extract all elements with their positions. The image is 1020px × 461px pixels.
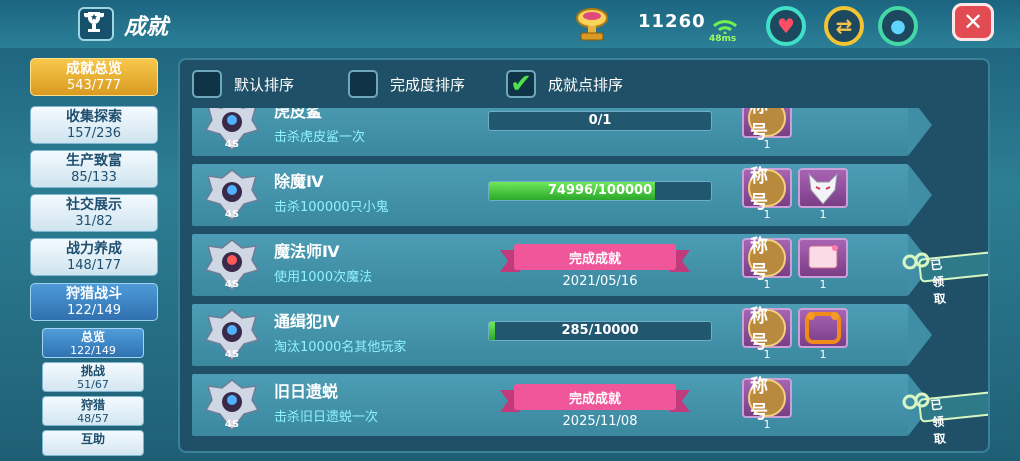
reward-quantity: 1 [763,278,771,291]
sidebar-item-power[interactable]: 战力养成 148/177 [30,238,158,276]
subtab-overview[interactable]: 总览 122/149 [42,328,144,358]
progress-text: 0/1 [588,113,612,128]
achievement-badge-icon: 4S [204,239,260,292]
achievement-desc: 击杀虎皮鲨一次 [274,130,366,145]
title-reward-label: 称号 [748,108,786,143]
completion-date: 2021/05/16 [562,274,638,289]
close-button[interactable]: ✕ [952,3,994,41]
claimed-stamp-icon [902,391,988,423]
achievement-badge-icon: 4S [204,379,260,432]
subtab-mutual-aid[interactable]: 互助 [42,430,144,456]
achievement-row[interactable]: 4S 魔法师Ⅳ 使用1000次魔法 完成成就 2021/05/16 称号 1 1 [192,234,988,306]
heart-icon: ♥ [777,14,795,38]
reward-mask-item[interactable] [798,168,848,208]
water-drop-icon: ● [890,15,906,37]
sort-points-option[interactable]: ✔ 成就点排序 [506,68,623,100]
completed-status: 完成成就 [568,252,621,267]
achievement-badge-icon: 4S [204,309,260,362]
achievement-name: 旧日遗蜕 [274,382,339,401]
exchange-button[interactable]: ⇄ [824,6,864,46]
subtab-hunt[interactable]: 狩猎 48/57 [42,396,144,426]
reward-quantity: 1 [763,348,771,361]
reward-frame-item[interactable] [798,308,848,348]
sort-points-checkbox[interactable]: ✔ [506,70,536,98]
achievement-list[interactable]: 4S 虎皮鲨 击杀虎皮鲨一次 0/1 称号 1 4S 除魔Ⅳ 击杀10000 [180,108,988,451]
svg-text:4S: 4S [225,419,239,430]
reward-quantity: 1 [763,418,771,431]
page-title: 成就 [124,15,169,40]
achievement-panel: 默认排序 完成度排序 ✔ 成就点排序 4S 虎皮鲨 击杀虎皮鲨一次 0/1 称 [178,58,990,453]
progress-text: 74996/100000 [547,183,653,198]
completion-date: 2025/11/08 [562,414,638,429]
reward-title-item[interactable]: 称号 [742,108,792,143]
achievement-name: 通缉犯Ⅳ [274,312,340,331]
achievement-badge-icon: 4S [204,169,260,222]
top-bar: 成就 11260 48ms ♥ ⇄ ● ✕ [0,0,1020,48]
title-reward-label: 称号 [748,376,786,423]
swap-arrows-icon: ⇄ [835,14,853,38]
sidebar-item-social[interactable]: 社交展示 31/82 [30,194,158,232]
sort-default-checkbox[interactable] [192,70,222,98]
reward-quantity: 1 [763,138,771,151]
sort-default-option[interactable]: 默认排序 [192,68,294,100]
checkmark-icon: ✔ [510,69,532,99]
reward-title-item[interactable]: 称号 [742,376,792,423]
achievement-badge-icon: 4S [204,108,260,152]
progress-bar: 0/1 [488,111,712,131]
sort-completion-option[interactable]: 完成度排序 [348,68,465,100]
sidebar-item-hunting[interactable]: 狩猎战斗 122/149 [30,283,158,321]
water-button[interactable]: ● [878,6,918,46]
progress-text: 285/10000 [561,323,639,338]
reward-quantity: 1 [819,208,827,221]
sidebar-item-collect-explore[interactable]: 收集探索 157/236 [30,106,158,144]
sidebar-item-overview[interactable]: 成就总览 543/777 [30,58,158,96]
achievement-row[interactable]: 4S 除魔Ⅳ 击杀100000只小鬼 74996/100000 称号 1 1 [192,164,932,226]
close-icon: ✕ [962,8,984,36]
achievement-points: 11260 [638,11,706,32]
wifi-icon [712,20,738,34]
svg-text:4S: 4S [225,279,239,290]
sidebar-item-production[interactable]: 生产致富 85/133 [30,150,158,188]
achievement-row[interactable]: 4S 通缉犯Ⅳ 淘汰10000名其他玩家 285/10000 称号 1 1 [192,304,932,366]
progress-bar: 74996/100000 [488,181,712,201]
progress-bar: 285/10000 [488,321,712,341]
fox-mask-icon [808,172,838,205]
reward-quantity: 1 [819,348,827,361]
completed-status: 完成成就 [568,392,621,407]
message-board-icon [808,245,838,269]
reward-title-item[interactable]: 称号 [742,236,792,283]
achievement-desc: 淘汰10000名其他玩家 [274,340,407,355]
title-reward-label: 称号 [748,166,786,213]
pumpkin-frame-icon [805,312,841,344]
achievement-name: 虎皮鲨 [274,108,323,121]
sort-completion-checkbox[interactable] [348,70,378,98]
svg-text:4S: 4S [225,139,239,150]
reward-quantity: 1 [763,208,771,221]
subtab-challenge[interactable]: 挑战 51/67 [42,362,144,392]
achievement-row[interactable]: 4S 旧日遗蜕 击杀旧日遗蜕一次 完成成就 2025/11/08 称号 1 已领… [192,374,988,446]
svg-text:4S: 4S [225,209,239,220]
claimed-stamp-icon [902,251,988,283]
achievement-desc: 击杀100000只小鬼 [274,200,389,215]
heart-button[interactable]: ♥ [766,6,806,46]
achievement-row[interactable]: 4S 虎皮鲨 击杀虎皮鲨一次 0/1 称号 1 [192,108,932,156]
reward-title-item[interactable]: 称号 [742,306,792,353]
reward-board-item[interactable] [798,238,848,278]
achievement-name: 除魔Ⅳ [274,172,324,191]
ping-latency: 48ms [709,34,737,44]
achievement-desc: 使用1000次魔法 [274,270,373,285]
achievement-desc: 击杀旧日遗蜕一次 [274,410,379,425]
gold-trophy-icon [576,8,608,41]
reward-title-item[interactable]: 称号 [742,166,792,213]
svg-text:4S: 4S [225,349,239,360]
trophy-cup-icon [78,7,114,41]
reward-quantity: 1 [819,278,827,291]
achievement-name: 魔法师Ⅳ [274,242,340,261]
title-reward-label: 称号 [748,306,786,353]
title-reward-label: 称号 [748,236,786,283]
